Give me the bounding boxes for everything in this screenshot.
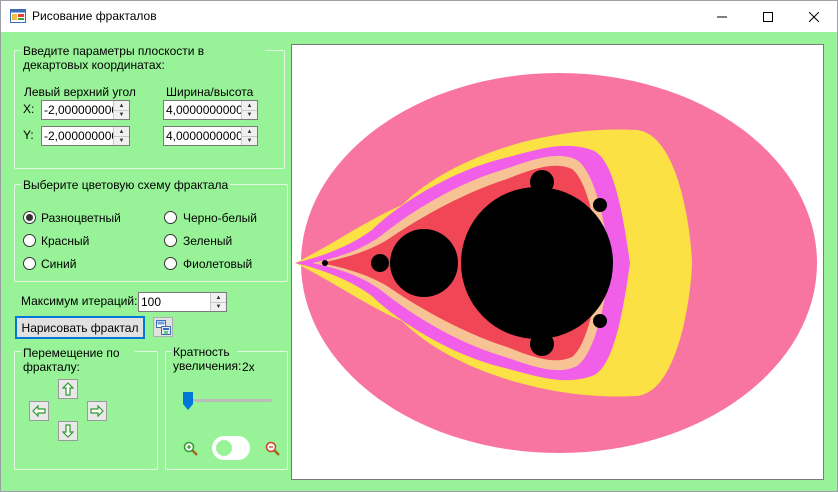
save-icon (155, 319, 171, 335)
set-main-cardioid (461, 187, 613, 339)
mandelbrot-image (295, 73, 817, 453)
minimize-icon (717, 16, 727, 17)
y-left-top-input[interactable]: -2,0000000000 ▲ ▼ (41, 126, 130, 146)
y-left-top-spinner[interactable]: ▲ ▼ (113, 127, 129, 145)
set-bulb-lower-right (593, 314, 607, 328)
arrow-up-icon (62, 382, 74, 396)
x-label: X: (23, 102, 35, 116)
close-button[interactable] (791, 1, 837, 32)
toggle-switch (216, 440, 232, 456)
title-bar: Рисование фракталов (1, 1, 837, 32)
move-down-button[interactable] (58, 421, 78, 441)
x-width-spinner[interactable]: ▲ ▼ (241, 101, 257, 119)
zoom-group-title: Кратность увеличения: (171, 345, 242, 373)
radio-black-white[interactable] (164, 211, 177, 224)
zoom-slider-thumb[interactable] (183, 392, 193, 410)
navigation-group-title: Перемещение по фракталу: (21, 346, 135, 374)
set-bulb-upper-right (593, 198, 607, 212)
fractal-canvas[interactable] (291, 44, 824, 480)
app-icon (10, 9, 26, 23)
y-label: Y: (23, 128, 34, 142)
set-bulb-bottom (530, 332, 554, 356)
radio-red[interactable] (23, 234, 36, 247)
zoom-out-icon (265, 441, 280, 456)
coords-group-title: Введите параметры плоскости в декартовых… (21, 44, 265, 72)
set-bulb-far-left (322, 260, 328, 266)
width-height-label: Ширина/высота (166, 85, 254, 99)
x-left-top-spinner[interactable]: ▲ ▼ (113, 101, 129, 119)
radio-black-white-label[interactable]: Черно-белый (183, 211, 257, 225)
color-scheme-group-title: Выберите цветовую схему фрактала (21, 178, 231, 192)
spin-down-icon[interactable]: ▼ (242, 110, 257, 119)
close-icon (809, 11, 819, 22)
radio-green[interactable] (164, 234, 177, 247)
iterations-input[interactable]: 100 ▲ ▼ (138, 292, 227, 312)
radio-blue[interactable] (23, 257, 36, 270)
zoom-mode-toggle[interactable] (212, 436, 250, 460)
arrow-down-icon (62, 424, 74, 438)
radio-multicolor-label[interactable]: Разноцветный (41, 211, 121, 225)
maximize-icon (763, 11, 773, 22)
y-height-spinner[interactable]: ▲ ▼ (241, 127, 257, 145)
spin-down-icon[interactable]: ▼ (242, 136, 257, 145)
x-left-top-input[interactable]: -2,0000000000 ▲ ▼ (41, 100, 130, 120)
zoom-out-button[interactable] (265, 441, 281, 457)
iterations-spinner[interactable]: ▲ ▼ (210, 293, 226, 311)
radio-violet-label[interactable]: Фиолетовый (183, 257, 252, 271)
iterations-value: 100 (141, 295, 162, 309)
zoom-in-icon (183, 441, 198, 456)
radio-green-label[interactable]: Зеленый (183, 234, 232, 248)
zoom-in-button[interactable] (183, 441, 199, 457)
y-height-input[interactable]: 4,0000000000 ▲ ▼ (163, 126, 258, 146)
set-bulb-left-small (371, 254, 389, 272)
set-period2-bulb (390, 229, 458, 297)
spin-down-icon[interactable]: ▼ (114, 136, 129, 145)
radio-violet[interactable] (164, 257, 177, 270)
arrow-right-icon (90, 405, 104, 417)
x-width-input[interactable]: 4,0000000000 ▲ ▼ (163, 100, 258, 120)
minimize-button[interactable] (699, 1, 745, 32)
radio-blue-label[interactable]: Синий (41, 257, 76, 271)
spin-down-icon[interactable]: ▼ (114, 110, 129, 119)
iterations-label: Максимум итераций: (21, 294, 138, 308)
move-right-button[interactable] (87, 401, 107, 421)
maximize-button[interactable] (745, 1, 791, 32)
radio-multicolor[interactable] (23, 211, 36, 224)
draw-fractal-label: Нарисовать фрактал (21, 320, 139, 335)
y-height-value: 4,0000000000 (166, 129, 243, 143)
set-bulb-top (530, 170, 554, 194)
window-title: Рисование фракталов (32, 9, 157, 23)
move-left-button[interactable] (29, 401, 49, 421)
spin-down-icon[interactable]: ▼ (211, 302, 226, 311)
left-top-label: Левый верхний угол (24, 85, 136, 99)
main-window: Рисование фракталов Введите параметры пл… (0, 0, 838, 492)
zoom-value: 2x (242, 360, 255, 374)
move-up-button[interactable] (58, 379, 78, 399)
arrow-left-icon (32, 405, 46, 417)
x-width-value: 4,0000000000 (166, 103, 243, 117)
save-image-button[interactable] (153, 317, 173, 337)
draw-fractal-button[interactable]: Нарисовать фрактал (15, 316, 145, 339)
radio-red-label[interactable]: Красный (41, 234, 89, 248)
zoom-slider-track[interactable] (183, 399, 272, 402)
